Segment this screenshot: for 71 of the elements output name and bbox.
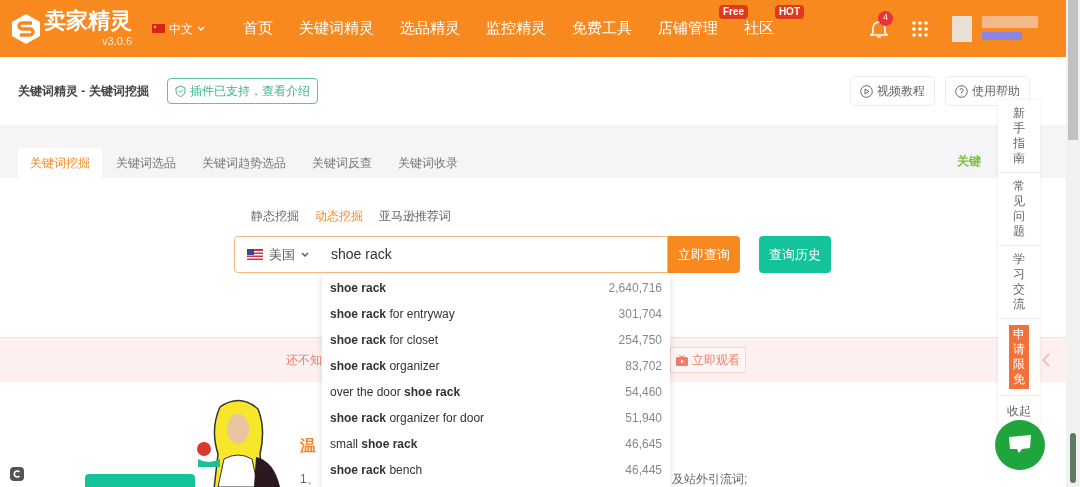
suggestion-item[interactable]: shoe rack 2,640,716 [322,275,670,301]
search-volume: 2,640,716 [608,280,662,297]
side-panel-item[interactable]: 收起 [1007,402,1031,420]
search-volume: 254,750 [618,332,662,349]
tab[interactable]: 关键词反查 [300,148,384,178]
nav-link[interactable]: 免费工具 [572,19,632,37]
country-select[interactable]: 美国 [235,244,331,265]
flag-icon [247,249,263,260]
notification-count: 4 [878,10,893,26]
nav-badge: HOT [774,5,804,20]
suggestion-item[interactable]: shoe rack organizer for door 51,940 [322,405,670,431]
side-panel-item[interactable]: 常见问题 [1009,179,1029,239]
nav-link[interactable]: 关键词精灵 [299,19,374,37]
language-switch[interactable]: 中文 [152,19,205,38]
side-panel-item[interactable]: 申请限免 [1009,325,1029,389]
tab[interactable]: 关键词挖掘 [18,148,102,178]
side-panel-item[interactable]: 新手指南 [1009,106,1029,166]
suggestion-item[interactable]: small shoe rack 46,645 [322,431,670,457]
tab[interactable]: 关键词收录 [386,148,470,178]
nav-link[interactable]: 首页 [243,19,273,37]
breadcrumb: 关键词精灵 - 关键词挖掘 [18,83,149,100]
version-label: v3.0.6 [102,36,132,47]
chevron-left-icon[interactable] [1042,353,1050,367]
nav-link[interactable]: 社区 [744,19,774,37]
play-icon [860,84,873,98]
nav-badge: Free [718,5,748,20]
nav-link[interactable]: 店铺管理 [658,19,718,37]
scrollbar[interactable] [1066,0,1080,487]
suggestion-item[interactable]: shoe rack for entryway 301,704 [322,301,670,327]
search-volume: 83,702 [625,358,662,375]
bell-icon[interactable] [870,18,888,39]
video-icon [676,354,688,366]
flag-icon [152,24,165,33]
side-panel-item[interactable]: 学习交流 [1009,252,1029,312]
plugin-notice-link[interactable]: 插件已支持，查看介绍 [166,78,318,104]
suggestion-item[interactable]: shoe rack bench 46,445 [322,457,670,483]
nav-link[interactable]: 选品精灵 [400,19,460,37]
suggestion-item[interactable]: over the door shoe rack 54,460 [322,379,670,405]
nav-link[interactable]: 监控精灵 [486,19,546,37]
search-volume: 46,445 [625,462,662,479]
tips-line-start: 1、 [300,473,319,485]
mode-tab[interactable]: 亚马逊推荐词 [379,207,451,225]
suggestion-item[interactable]: shoe rack for closet 254,750 [322,327,670,353]
chat-icon [1008,435,1032,455]
video-tutorial-button[interactable]: 视频教程 [850,76,935,106]
search-volume: 46,645 [625,436,662,453]
logo-icon [12,13,40,44]
tips-line-end: 及站外引流词; [672,473,748,485]
search-field[interactable]: 美国 shoe rack [234,236,668,273]
search-volume: 54,460 [625,384,662,401]
tips-title: 温 [300,436,316,456]
help-icon [955,84,968,98]
tab[interactable]: 关键词趋势选品 [190,148,298,178]
logo-text: 卖家精灵 [44,10,132,32]
search-volume: 51,940 [625,410,662,427]
mode-tab[interactable]: 静态挖掘 [251,207,299,225]
watch-button[interactable]: 立即观看 [670,347,746,373]
search-volume: 301,704 [618,306,662,323]
chat-button[interactable] [995,420,1045,470]
suggestion-item[interactable]: shoe rack organizer 83,702 [322,353,670,379]
banner-text: 还不知 [285,352,322,369]
shield-icon [174,85,186,97]
search-value: shoe rack [331,245,392,264]
tab[interactable]: 关键词选品 [104,148,188,178]
mode-tab[interactable]: 动态挖掘 [315,207,363,225]
history-button[interactable]: 查询历史 [759,236,831,273]
caret-icon [301,251,309,258]
apps-grid-icon[interactable] [912,20,928,37]
search-button[interactable]: 立即查询 [668,236,740,273]
c-icon [10,467,24,481]
caret-icon [197,25,205,32]
